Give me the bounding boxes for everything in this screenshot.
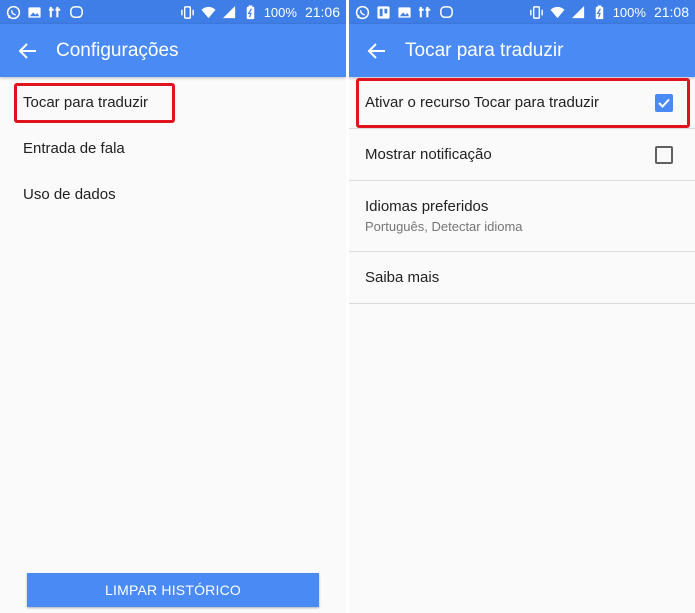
chat-bubble-icon — [439, 5, 454, 20]
clock: 21:06 — [304, 4, 340, 20]
clear-history-button[interactable]: LIMPAR HISTÓRICO — [27, 573, 319, 607]
back-button[interactable] — [349, 24, 405, 77]
arrow-back-icon — [367, 42, 385, 59]
image-icon — [27, 5, 42, 20]
settings-list: Tocar para traduzir Entrada de fala Uso … — [0, 77, 346, 217]
row-label: Idiomas preferidos — [365, 198, 489, 215]
trello-icon — [376, 5, 391, 20]
battery-icon — [243, 4, 258, 20]
settings-screen: 100% 21:06 Configurações Tocar para trad… — [0, 0, 346, 613]
signal-icon — [571, 5, 586, 20]
clock: 21:08 — [653, 4, 689, 20]
page-title: Tocar para traduzir — [405, 39, 564, 61]
signal-icon — [222, 5, 237, 20]
tt-icon — [418, 5, 433, 20]
chat-bubble-icon — [69, 5, 84, 20]
whatsapp-icon — [355, 5, 370, 20]
show-notification-checkbox[interactable] — [655, 145, 673, 164]
settings-item-tap-to-translate[interactable]: Tocar para traduzir — [0, 79, 346, 125]
tap-to-translate-screen: 100% 21:08 Tocar para traduzir Ativar o … — [349, 0, 695, 613]
settings-item-speech-input[interactable]: Entrada de fala — [0, 125, 346, 171]
status-bar: 100% 21:06 — [0, 0, 346, 24]
image-icon — [397, 5, 412, 20]
app-bar: Tocar para traduzir — [349, 24, 695, 77]
enable-tap-to-translate-checkbox[interactable] — [655, 93, 673, 112]
tt-icon — [48, 5, 63, 20]
battery-percent: 100% — [612, 4, 646, 20]
back-button[interactable] — [0, 24, 56, 77]
battery-percent: 100% — [263, 4, 297, 20]
whatsapp-icon — [6, 5, 21, 20]
checkmark-icon — [658, 98, 670, 108]
battery-icon — [592, 4, 607, 20]
preferred-languages-row[interactable]: Idiomas preferidos Português, Detectar i… — [349, 181, 695, 252]
row-label: Ativar o recurso Tocar para traduzir — [365, 94, 599, 111]
row-label: Saiba mais — [365, 269, 440, 286]
page-title: Configurações — [56, 39, 179, 61]
wifi-icon — [550, 5, 565, 20]
learn-more-row[interactable]: Saiba mais — [349, 252, 695, 304]
vibrate-icon — [529, 5, 544, 20]
row-summary: Português, Detectar idioma — [365, 219, 523, 234]
arrow-back-icon — [18, 42, 36, 59]
settings-item-data-usage[interactable]: Uso de dados — [0, 171, 346, 217]
vibrate-icon — [180, 5, 195, 20]
status-bar: 100% 21:08 — [349, 0, 695, 24]
wifi-icon — [201, 5, 216, 20]
row-label: Mostrar notificação — [365, 146, 492, 163]
app-bar: Configurações — [0, 24, 346, 77]
enable-tap-to-translate-row[interactable]: Ativar o recurso Tocar para traduzir — [349, 77, 695, 129]
preferences-list: Ativar o recurso Tocar para traduzir Mos… — [349, 77, 695, 304]
show-notification-row[interactable]: Mostrar notificação — [349, 129, 695, 181]
